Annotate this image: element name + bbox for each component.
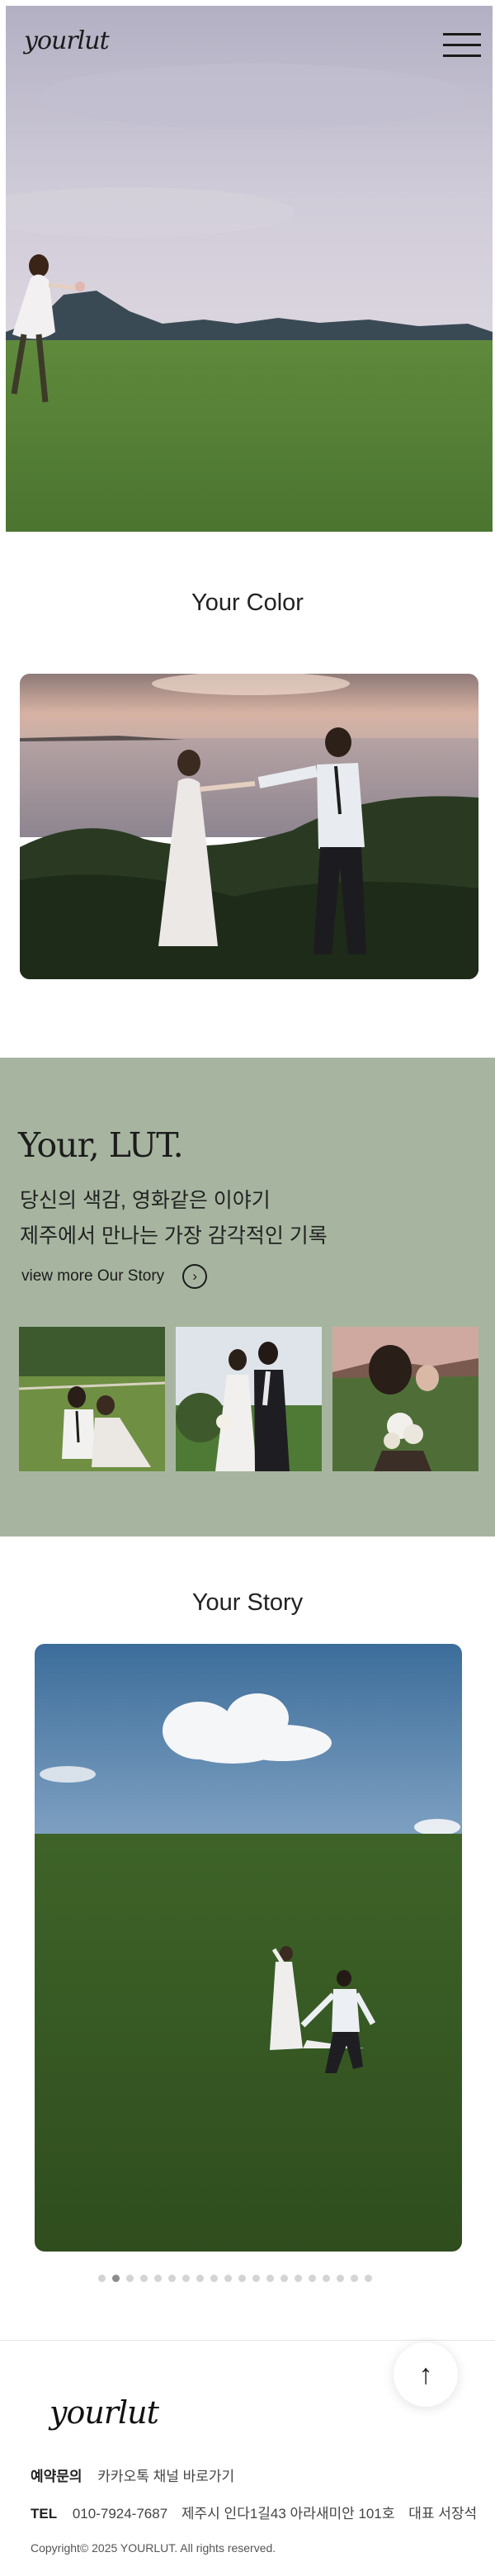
slider-dot[interactable]	[280, 2275, 288, 2282]
slider-dot[interactable]	[266, 2275, 274, 2282]
slider-dot[interactable]	[323, 2275, 330, 2282]
story-slide-photo[interactable]	[35, 1644, 462, 2252]
slider-dot[interactable]	[182, 2275, 190, 2282]
hamburger-menu-icon[interactable]	[443, 33, 481, 58]
view-more-label: view more Our Story	[21, 1267, 165, 1285]
slider-dot[interactable]	[238, 2275, 246, 2282]
slider-dot[interactable]	[295, 2275, 302, 2282]
couple-sunset-photo	[20, 674, 478, 979]
lut-tagline-2: 제주에서 만나는 가장 감각적인 기록	[20, 1224, 328, 1248]
slider-pagination	[98, 2275, 372, 2282]
address: 제주시 인다1길43 아라새미안 101호	[181, 2506, 395, 2522]
slider-dot[interactable]	[224, 2275, 232, 2282]
story-thumbnail-2[interactable]	[176, 1327, 322, 1471]
copyright: Copyright© 2025 YOURLUT. All rights rese…	[31, 2541, 276, 2555]
hero-banner: yourlut	[6, 6, 493, 532]
tel-label: TEL	[31, 2506, 58, 2522]
slider-dot[interactable]	[126, 2275, 134, 2282]
hero-photo	[6, 6, 493, 532]
slider-dot[interactable]	[154, 2275, 162, 2282]
your-story-title: Your Story	[191, 1589, 304, 1616]
slider-dot[interactable]	[140, 2275, 148, 2282]
tel-number[interactable]: 010-7924-7687	[73, 2506, 167, 2522]
lut-title: Your, LUT.	[18, 1125, 184, 1165]
arrow-up-icon: ↑	[418, 2358, 433, 2390]
slider-dot[interactable]	[337, 2275, 344, 2282]
slider-dot[interactable]	[365, 2275, 372, 2282]
your-lut-section: Your, LUT. 당신의 색감, 영화같은 이야기 제주에서 만나는 가장 …	[0, 1058, 495, 1537]
lut-tagline-1: 당신의 색감, 영화같은 이야기	[20, 1189, 271, 1212]
footer-contact-row: TEL 010-7924-7687 제주시 인다1길43 아라새미안 101호 …	[31, 2502, 477, 2522]
footer-logo[interactable]: yourlut	[50, 2394, 159, 2431]
chevron-right-circle-icon[interactable]: ›	[182, 1264, 208, 1289]
footer-divider	[0, 2340, 495, 2341]
site-logo[interactable]: yourlut	[24, 26, 110, 55]
story-thumbnail-3[interactable]	[332, 1327, 478, 1471]
ceo-name: 대표 서장석	[408, 2506, 478, 2522]
reservation-label: 예약문의	[31, 2469, 82, 2484]
slider-dot[interactable]	[168, 2275, 176, 2282]
slider-dot[interactable]	[309, 2275, 316, 2282]
view-more-story-link[interactable]: view more Our Story ›	[21, 1264, 208, 1289]
footer-reservation-row: 예약문의 카카오톡 채널 바로가기	[31, 2465, 234, 2485]
slider-dot[interactable]	[112, 2275, 120, 2282]
slider-dot[interactable]	[98, 2275, 106, 2282]
slider-dot[interactable]	[252, 2275, 260, 2282]
story-thumbnail-1[interactable]	[19, 1327, 165, 1471]
your-color-title: Your Color	[191, 590, 304, 616]
scroll-to-top-button[interactable]: ↑	[394, 2342, 458, 2407]
slider-dot[interactable]	[351, 2275, 358, 2282]
kakao-channel-link[interactable]: 카카오톡 채널 바로가기	[97, 2469, 234, 2484]
slider-dot[interactable]	[210, 2275, 218, 2282]
slider-dot[interactable]	[196, 2275, 204, 2282]
